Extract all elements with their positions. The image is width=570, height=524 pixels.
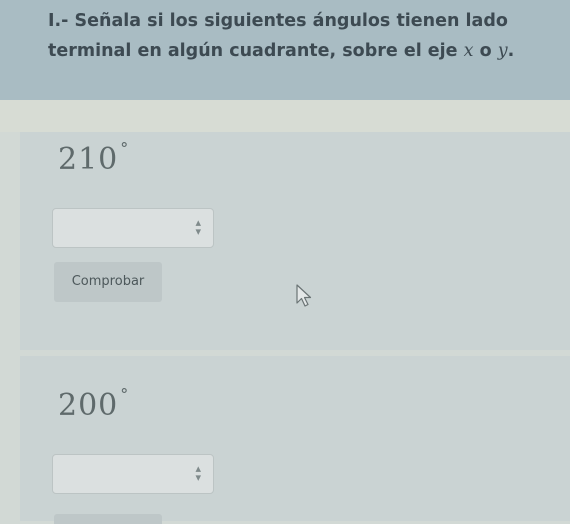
- degree-symbol-1: °: [120, 139, 130, 158]
- angle-value-2: 200: [58, 388, 119, 423]
- variable-y: y: [497, 41, 508, 61]
- question-card-2: 200 ° ▴ ▾: [20, 356, 570, 524]
- degree-symbol-2: °: [120, 385, 130, 404]
- angle-label-2: 200 °: [58, 385, 130, 423]
- instructions-text-or: o: [473, 41, 498, 61]
- answer-select-2[interactable]: ▴ ▾: [52, 454, 214, 494]
- check-button-2[interactable]: [54, 514, 162, 524]
- question-card-1: 210 ° ▴ ▾ Comprobar: [20, 132, 570, 350]
- instructions-text-end: .: [507, 41, 515, 61]
- answer-select-1[interactable]: ▴ ▾: [52, 208, 214, 248]
- variable-x: x: [463, 41, 474, 61]
- updown-arrows-icon: ▴ ▾: [195, 462, 201, 484]
- check-button[interactable]: Comprobar: [54, 262, 162, 302]
- angle-label-1: 210 °: [58, 139, 130, 177]
- updown-arrows-icon: ▴ ▾: [195, 216, 201, 238]
- instructions-text: I.- Señala si los siguientes ángulos tie…: [48, 6, 558, 66]
- instructions-text-part: I.- Señala si los siguientes ángulos tie…: [48, 11, 508, 61]
- angle-value-1: 210: [58, 142, 119, 177]
- mouse-pointer-icon: [296, 284, 312, 307]
- section-separator: [0, 100, 570, 132]
- instructions-banner: I.- Señala si los siguientes ángulos tie…: [0, 0, 570, 100]
